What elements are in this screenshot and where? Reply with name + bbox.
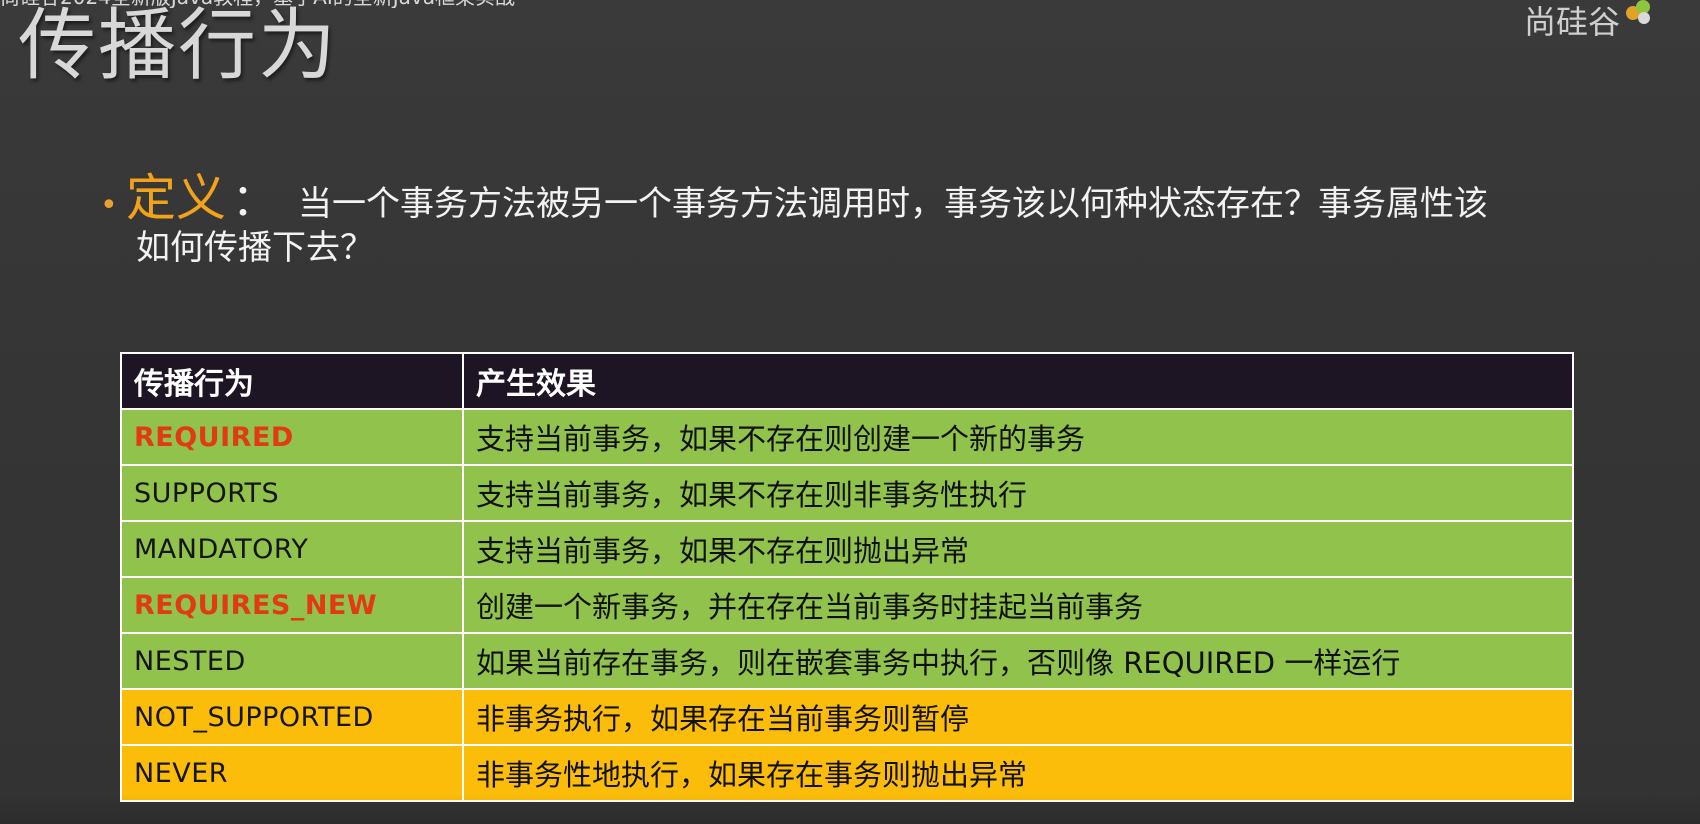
brand-name: 尚硅谷: [1523, 3, 1620, 41]
table-row: NOT_SUPPORTED 非事务执行，如果存在当前事务则暂停: [120, 688, 1574, 746]
header-effect: 产生效果: [462, 352, 1574, 410]
table-row: SUPPORTS 支持当前事务，如果不存在则非事务性执行: [120, 464, 1574, 522]
row-name: REQUIRED: [120, 408, 464, 466]
row-effect: 支持当前事务，如果不存在则非事务性执行: [462, 464, 1574, 522]
bullet-icon: •: [100, 188, 118, 223]
table-row: MANDATORY 支持当前事务，如果不存在则抛出异常: [120, 520, 1574, 578]
row-name: REQUIRES_NEW: [120, 576, 464, 634]
definition-block: • 定义 ： 当一个事务方法被另一个事务方法调用时，事务该以何种状态存在？事务属…: [100, 169, 1700, 270]
definition-colon: ：: [232, 175, 276, 226]
slide-title: 传播行为: [18, 1, 339, 91]
table-row: REQUIRED 支持当前事务，如果不存在则创建一个新的事务: [120, 408, 1574, 466]
row-name: NESTED: [120, 632, 464, 690]
propagation-table-wrap: 传播行为 产生效果 REQUIRED 支持当前事务，如果不存在则创建一个新的事务…: [120, 352, 1574, 802]
definition-line-1: • 定义 ： 当一个事务方法被另一个事务方法调用时，事务该以何种状态存在？事务属…: [100, 169, 1700, 228]
row-effect: 支持当前事务，如果不存在则创建一个新的事务: [462, 408, 1574, 466]
definition-label: 定义: [126, 169, 226, 227]
row-effect: 非事务执行，如果存在当前事务则暂停: [462, 688, 1574, 746]
table-header-row: 传播行为 产生效果: [120, 352, 1574, 410]
propagation-table: 传播行为 产生效果 REQUIRED 支持当前事务，如果不存在则创建一个新的事务…: [120, 352, 1574, 802]
slide: 尚硅谷2024全新版Java教程，基于AI的全新Java框架实战 传播行为 尚硅…: [0, 0, 1700, 824]
brand-logo-icon: [1626, 0, 1652, 26]
header-propagation: 传播行为: [120, 352, 464, 410]
definition-line-2: 如何传播下去？: [136, 228, 374, 268]
row-effect: 创建一个新事务，并在存在当前事务时挂起当前事务: [462, 576, 1574, 634]
table-row: NESTED 如果当前存在事务，则在嵌套事务中执行，否则像 REQUIRED 一…: [120, 632, 1574, 690]
table-row: NEVER 非事务性地执行，如果存在事务则抛出异常: [120, 744, 1574, 802]
row-name: SUPPORTS: [120, 464, 464, 522]
table-row: REQUIRES_NEW 创建一个新事务，并在存在当前事务时挂起当前事务: [120, 576, 1574, 634]
brand: 尚硅谷: [1524, 0, 1652, 44]
row-effect: 如果当前存在事务，则在嵌套事务中执行，否则像 REQUIRED 一样运行: [462, 632, 1574, 690]
definition-text-1: 当一个事务方法被另一个事务方法调用时，事务该以何种状态存在？事务属性该: [298, 184, 1488, 224]
bottom-shade: [0, 794, 1700, 824]
row-name: NOT_SUPPORTED: [120, 688, 464, 746]
row-name: NEVER: [120, 744, 464, 802]
row-effect: 非事务性地执行，如果存在事务则抛出异常: [462, 744, 1574, 802]
row-effect: 支持当前事务，如果不存在则抛出异常: [462, 520, 1574, 578]
row-name: MANDATORY: [120, 520, 464, 578]
